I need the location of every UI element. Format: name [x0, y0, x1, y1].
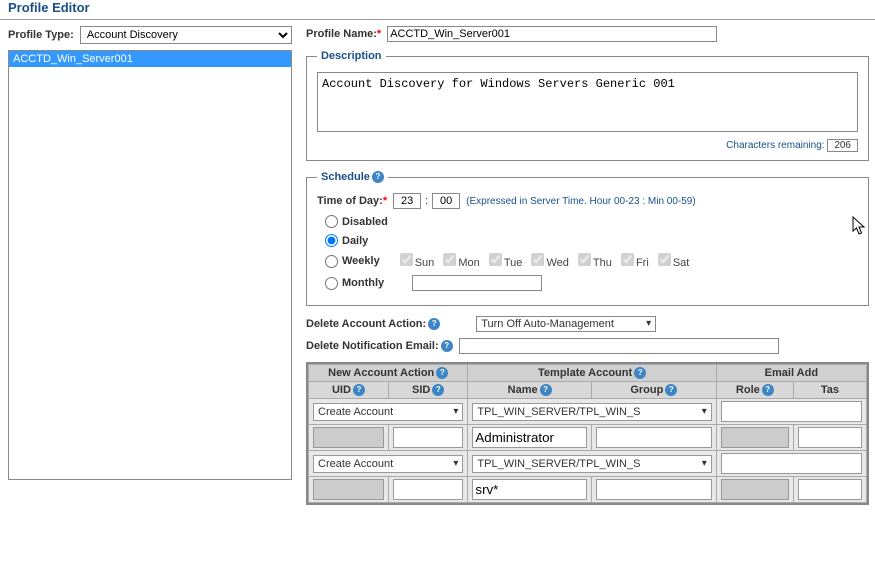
chars-remaining: Characters remaining: 206	[317, 139, 858, 152]
check-mon[interactable]	[443, 253, 456, 266]
role-input	[721, 427, 789, 448]
help-icon[interactable]: ?	[762, 384, 774, 396]
task-input[interactable]	[798, 479, 862, 500]
accounts-table-wrap: New Account Action? Template Account? Em…	[306, 362, 869, 505]
group-input[interactable]	[596, 427, 712, 448]
hour-input[interactable]	[393, 193, 421, 209]
profile-list[interactable]: ACCTD_Win_Server001	[8, 50, 292, 480]
task-input[interactable]	[798, 427, 862, 448]
th-new-account: New Account Action?	[309, 365, 468, 382]
th-name: Name?	[468, 382, 591, 399]
accounts-table: New Account Action? Template Account? Em…	[308, 364, 867, 503]
page-title: Profile Editor	[0, 0, 875, 20]
radio-daily-label: Daily	[342, 235, 368, 247]
radio-daily[interactable]	[325, 234, 338, 247]
th-task: Tas	[793, 382, 866, 399]
th-group: Group?	[591, 382, 716, 399]
check-tue[interactable]	[489, 253, 502, 266]
check-sat[interactable]	[658, 253, 671, 266]
check-wed[interactable]	[531, 253, 544, 266]
delete-email-label: Delete Notification Email:?	[306, 340, 453, 352]
schedule-fieldset: Schedule? Time of Day:* : (Expressed in …	[306, 171, 869, 306]
delete-action-label: Delete Account Action:?	[306, 318, 440, 330]
radio-disabled[interactable]	[325, 215, 338, 228]
profile-name-label: Profile Name:*	[306, 28, 381, 40]
action-select[interactable]: Create Account	[313, 403, 463, 421]
schedule-legend: Schedule?	[317, 171, 388, 183]
time-of-day-label: Time of Day:*	[317, 195, 387, 207]
role-input	[721, 479, 789, 500]
profile-name-input[interactable]	[387, 26, 717, 42]
radio-weekly[interactable]	[325, 255, 338, 268]
delete-email-input[interactable]	[459, 338, 779, 354]
table-row: Create Account TPL_WIN_SERVER/TPL_WIN_S	[309, 451, 867, 477]
radio-weekly-label: Weekly	[342, 255, 380, 267]
help-icon[interactable]: ?	[372, 171, 384, 183]
th-template: Template Account?	[468, 365, 716, 382]
check-sun[interactable]	[400, 253, 413, 266]
sid-input[interactable]	[393, 479, 464, 500]
time-hint: (Expressed in Server Time. Hour 00-23 : …	[466, 196, 696, 207]
help-icon[interactable]: ?	[436, 367, 448, 379]
delete-action-select[interactable]: Turn Off Auto-Management	[476, 316, 656, 332]
th-sid: SID?	[388, 382, 468, 399]
action-select[interactable]: Create Account	[313, 455, 463, 473]
name-input[interactable]	[472, 479, 586, 500]
template-select[interactable]: TPL_WIN_SERVER/TPL_WIN_S	[472, 455, 711, 473]
profile-list-item[interactable]: ACCTD_Win_Server001	[9, 51, 291, 67]
help-icon[interactable]: ?	[634, 367, 646, 379]
radio-disabled-label: Disabled	[342, 216, 388, 228]
check-fri[interactable]	[621, 253, 634, 266]
minute-input[interactable]	[432, 193, 460, 209]
profile-type-label: Profile Type:	[8, 29, 74, 41]
right-panel: Profile Name:* Description Account Disco…	[300, 26, 875, 505]
monthly-input[interactable]	[412, 275, 542, 291]
description-textarea[interactable]: Account Discovery for Windows Servers Ge…	[317, 72, 858, 132]
table-row: Create Account TPL_WIN_SERVER/TPL_WIN_S	[309, 399, 867, 425]
radio-monthly-label: Monthly	[342, 277, 384, 289]
uid-input	[313, 427, 384, 448]
th-email: Email Add	[716, 365, 866, 382]
left-panel: Profile Type: Account Discovery ACCTD_Wi…	[0, 26, 300, 505]
sid-input[interactable]	[393, 427, 464, 448]
check-thu[interactable]	[578, 253, 591, 266]
email-cell-input[interactable]	[721, 401, 862, 422]
template-select[interactable]: TPL_WIN_SERVER/TPL_WIN_S	[472, 403, 711, 421]
profile-type-select[interactable]: Account Discovery	[80, 26, 292, 44]
table-row	[309, 477, 867, 503]
radio-monthly[interactable]	[325, 277, 338, 290]
help-icon[interactable]: ?	[432, 384, 444, 396]
uid-input	[313, 479, 384, 500]
weekday-checks: Sun Mon Tue Wed Thu Fri Sat	[400, 253, 696, 269]
help-icon[interactable]: ?	[428, 318, 440, 330]
description-fieldset: Description Account Discovery for Window…	[306, 50, 869, 161]
help-icon[interactable]: ?	[540, 384, 552, 396]
table-row	[309, 425, 867, 451]
help-icon[interactable]: ?	[665, 384, 677, 396]
description-legend: Description	[317, 50, 386, 62]
th-uid: UID?	[309, 382, 389, 399]
group-input[interactable]	[596, 479, 712, 500]
help-icon[interactable]: ?	[353, 384, 365, 396]
time-colon: :	[425, 195, 428, 207]
name-input[interactable]	[472, 427, 586, 448]
th-role: Role?	[716, 382, 793, 399]
help-icon[interactable]: ?	[441, 340, 453, 352]
email-cell-input[interactable]	[721, 453, 862, 474]
